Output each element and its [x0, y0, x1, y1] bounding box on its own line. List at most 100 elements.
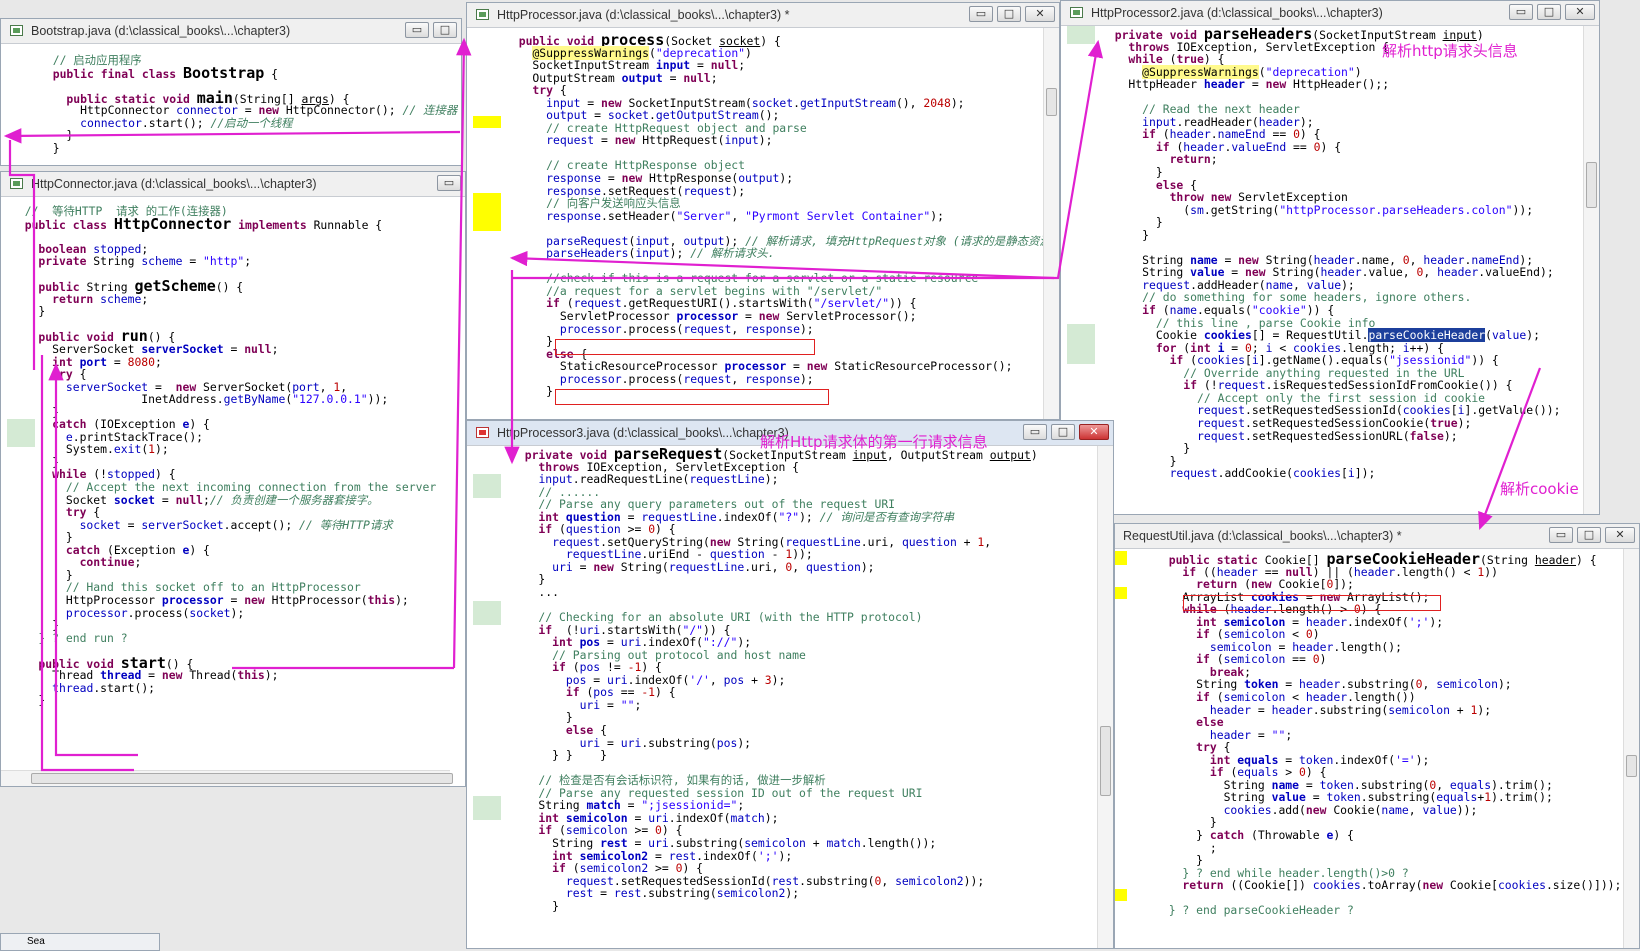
code-line[interactable]: } catch (Throwable e) { [1155, 829, 1621, 842]
code-line[interactable]: header = header.substring(semicolon + 1)… [1155, 703, 1621, 717]
code-lines[interactable]: // 启动应用程序 public final class Bootstrap {… [39, 54, 458, 155]
code-line[interactable]: public final class Bootstrap { [39, 65, 457, 80]
httpprocessor-title-bar[interactable]: HttpProcessor.java (d:\classical_books\.… [467, 3, 1059, 28]
code-token: header [1203, 77, 1246, 92]
code-line[interactable]: ; [1155, 841, 1621, 855]
scroll-thumb[interactable] [1586, 162, 1597, 208]
code-line[interactable]: System.exit(1); [11, 443, 461, 456]
code-line[interactable] [11, 268, 461, 281]
httpprocessor2-editor-window[interactable]: HttpProcessor2.java (d:\classical_books\… [1060, 0, 1600, 515]
httpprocessor2-title-bar[interactable]: HttpProcessor2.java (d:\classical_books\… [1061, 1, 1599, 26]
code-token: .addCookie( [1217, 466, 1294, 481]
code-line[interactable]: public void process(Socket socket) { [505, 33, 1041, 48]
code-line[interactable] [11, 318, 461, 331]
httpprocessor-editor-window[interactable]: HttpProcessor.java (d:\classical_books\.… [466, 2, 1060, 420]
requestutil-editor-window[interactable]: RequestUtil.java (d:\classical_books\...… [1114, 523, 1640, 949]
code-line[interactable]: } ? end parseCookieHeader ? [1155, 904, 1621, 917]
code-line[interactable]: response.setHeader("Server", "Pyrmont Se… [505, 209, 1041, 223]
vertical-scrollbar[interactable] [1043, 28, 1059, 419]
code-token: "http" [203, 254, 245, 269]
code-token: new [593, 559, 621, 574]
code-line[interactable]: rest = rest.substring(semicolon2); [511, 887, 1095, 900]
code-line[interactable]: } [511, 573, 1095, 586]
code-line[interactable]: ... [511, 586, 1095, 599]
bootstrap-title-bar[interactable]: Bootstrap.java (d:\classical_books\...\c… [1, 19, 461, 44]
horizontal-scrollbar[interactable] [1, 770, 453, 786]
code-line[interactable]: uri = ""; [511, 699, 1095, 712]
code-line[interactable]: } [1101, 228, 1581, 242]
code-line[interactable]: thread.start(); [11, 682, 461, 695]
maximize-button[interactable]: □ [1537, 4, 1561, 20]
code-line[interactable]: } ? end run ? [11, 631, 461, 645]
code-token: new [161, 668, 190, 683]
close-button[interactable]: ✕ [1565, 4, 1595, 20]
code-line[interactable]: request = new HttpRequest(input); [505, 134, 1041, 147]
code-lines[interactable]: // 等待HTTP 请求 的工作(连接器) public class HttpC… [11, 205, 461, 707]
code-token: header [1437, 265, 1479, 280]
code-line[interactable]: HttpHeader header = new HttpHeader();; [1101, 78, 1581, 91]
code-line[interactable]: return scheme; [11, 293, 461, 306]
code-line[interactable]: (sm.getString("httpProcessor.parseHeader… [1101, 203, 1581, 217]
minimized-window[interactable]: Sea [0, 933, 160, 951]
code-line[interactable]: processor.process(socket); [11, 606, 461, 620]
code-token: )); [1456, 802, 1478, 817]
requestutil-title-bar[interactable]: RequestUtil.java (d:\classical_books\...… [1115, 524, 1639, 549]
code-line[interactable]: continue; [11, 556, 461, 569]
close-button[interactable]: ✕ [1025, 6, 1055, 22]
vertical-scrollbar[interactable] [1097, 446, 1113, 948]
bootstrap-editor-window[interactable]: Bootstrap.java (d:\classical_books\...\c… [0, 18, 462, 166]
minimize-button[interactable]: ▭ [969, 6, 993, 22]
code-line[interactable]: socket = serverSocket.accept(); // 等待HTT… [11, 517, 461, 532]
scroll-thumb[interactable] [1046, 88, 1057, 116]
code-line[interactable]: } } } [511, 749, 1095, 762]
minimize-button[interactable]: ▭ [1549, 527, 1573, 543]
code-line[interactable]: } [11, 305, 461, 318]
code-token: match [730, 810, 765, 825]
code-line[interactable]: connector.start(); //启动一个线程 [39, 116, 457, 130]
code-line[interactable]: private String scheme = "http"; [11, 255, 461, 268]
minimize-button[interactable]: ▭ [1509, 4, 1533, 20]
minimize-button[interactable]: ▭ [437, 175, 461, 191]
vertical-scrollbar[interactable] [1583, 26, 1599, 514]
close-button[interactable]: ✕ [1079, 424, 1109, 440]
maximize-button[interactable]: □ [997, 6, 1021, 22]
maximize-button[interactable]: □ [1051, 424, 1075, 440]
code-line[interactable]: uri = new String(requestLine.uri, 0, que… [511, 561, 1095, 574]
code-token: // 等待HTTP请求 [299, 517, 393, 532]
code-lines[interactable]: private void parseHeaders(SocketInputStr… [1101, 27, 1581, 481]
maximize-button[interactable]: □ [433, 22, 457, 38]
scroll-thumb[interactable] [31, 773, 453, 784]
code-line[interactable] [11, 644, 461, 657]
code-line[interactable]: parseHeaders(input); // 解析请求头. [505, 247, 1041, 260]
vertical-scrollbar[interactable] [1623, 549, 1639, 948]
code-line[interactable]: OutputStream output = null; [505, 71, 1041, 85]
httpprocessor3-editor-window[interactable]: HttpProcessor3.java (d:\classical_books\… [466, 420, 1114, 949]
annotation-request-line: 解析Http请求体的第一行请求信息 [760, 433, 988, 451]
scroll-thumb[interactable] [1626, 755, 1637, 777]
minimize-button[interactable]: ▭ [405, 22, 429, 38]
code-line[interactable]: } [1101, 216, 1581, 229]
code-line[interactable]: } [39, 142, 457, 155]
code-line[interactable]: return; [1101, 153, 1581, 166]
code-line[interactable]: // 等待HTTP 请求 的工作(连接器) [11, 205, 461, 218]
code-token: = [593, 886, 614, 901]
code-line[interactable]: processor.process(request, response); [505, 372, 1041, 386]
close-button[interactable]: ✕ [1605, 527, 1635, 543]
code-line[interactable]: InetAddress.getByName("127.0.0.1")); [11, 393, 461, 406]
code-line[interactable]: } [11, 694, 461, 707]
code-line[interactable]: cookies.add(new Cookie(name, value)); [1155, 804, 1621, 817]
code-line[interactable]: return ((Cookie[]) cookies.toArray(new C… [1155, 879, 1621, 892]
scroll-thumb[interactable] [1100, 726, 1111, 796]
code-line[interactable]: processor.process(request, response); [505, 322, 1041, 336]
maximize-button[interactable]: □ [1577, 527, 1601, 543]
code-token: rest [565, 886, 594, 901]
code-line[interactable]: } [511, 899, 1095, 913]
code-token: getInputStream [799, 95, 896, 110]
minimize-button[interactable]: ▭ [1023, 424, 1047, 440]
httpconnector-editor-window[interactable]: HttpConnector.java (d:\classical_books\.… [0, 171, 466, 787]
code-line[interactable]: } [39, 129, 457, 142]
code-line[interactable]: public class HttpConnector implements Ru… [11, 216, 461, 231]
httpconnector-title-bar[interactable]: HttpConnector.java (d:\classical_books\.… [1, 172, 465, 197]
annotation-request-headers: 解析http请求头信息 [1382, 42, 1518, 60]
code-lines[interactable]: private void parseRequest(SocketInputStr… [511, 447, 1095, 913]
